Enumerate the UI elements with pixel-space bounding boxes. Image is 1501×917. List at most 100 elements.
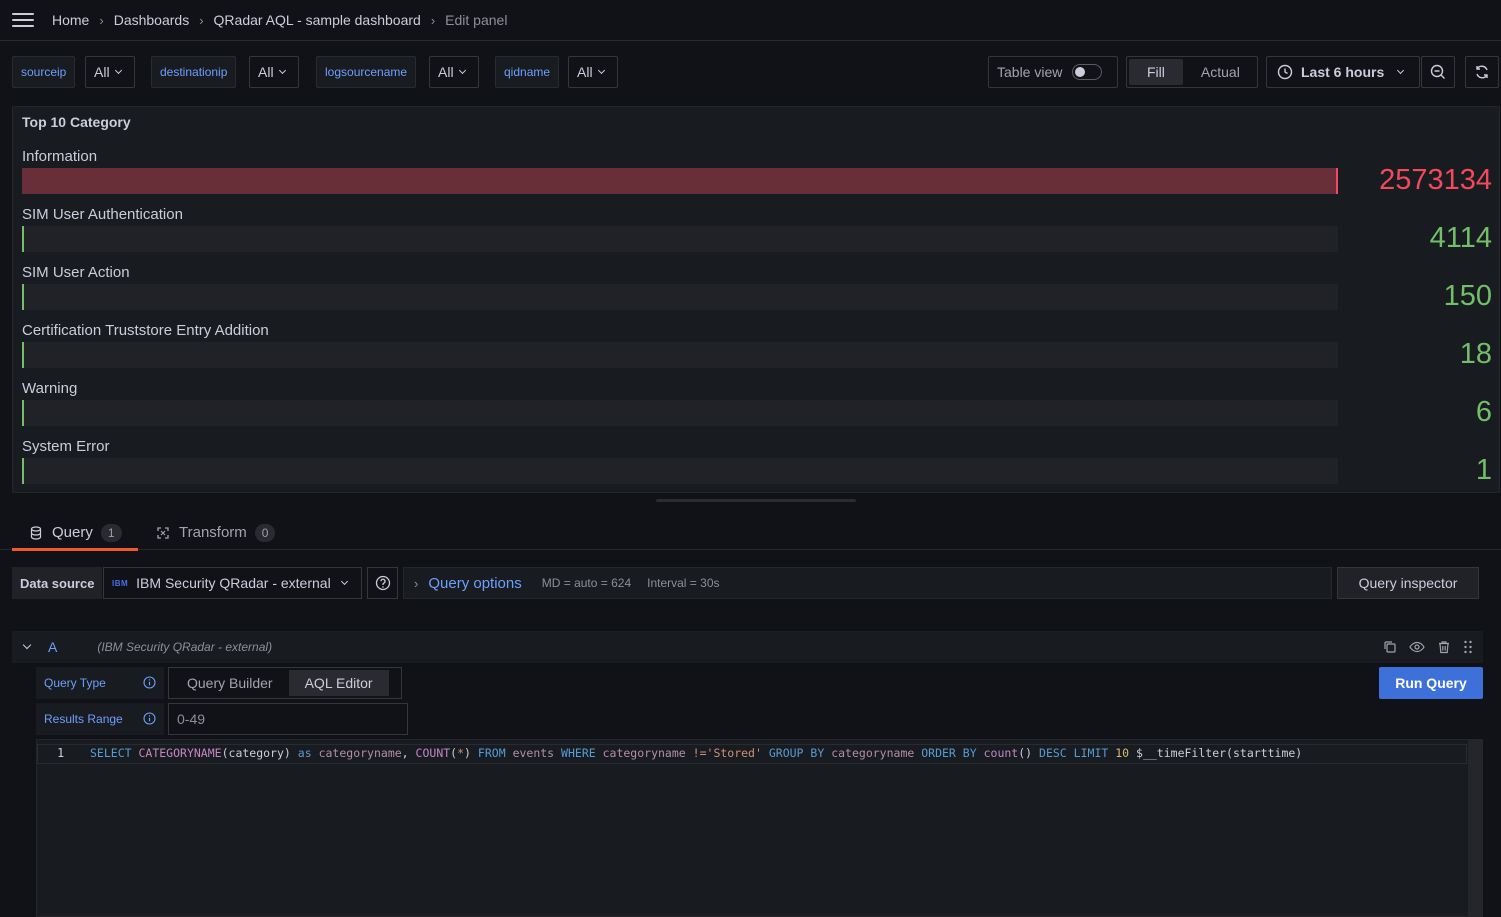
gauge-row: SIM User Action 150 xyxy=(22,264,1492,322)
time-range-picker[interactable]: Last 6 hours xyxy=(1266,56,1420,88)
gauge-row: Information 2573134 xyxy=(22,148,1492,206)
tab-transform-count: 0 xyxy=(254,523,276,542)
editor-scrollbar[interactable] xyxy=(1468,740,1482,916)
gauge-bar-cap xyxy=(22,342,24,368)
aql-query-text[interactable]: SELECT CATEGORYNAME(category) as categor… xyxy=(90,746,1302,760)
chevron-right-icon: › xyxy=(414,575,419,591)
chevron-down-icon xyxy=(114,66,122,75)
datasource-help-button[interactable] xyxy=(367,567,398,599)
variable-label-logsourcename: logsourcename xyxy=(316,56,417,88)
gauge-track xyxy=(22,226,1338,252)
drag-handle-icon[interactable] xyxy=(1463,640,1473,654)
gauge-bar-cap xyxy=(1336,168,1338,194)
results-range-label: Results Range xyxy=(36,703,164,735)
gauge-bar-cap xyxy=(22,284,24,310)
query-builder-option[interactable]: Query Builder xyxy=(171,670,289,696)
variable-label-qidname: qidname xyxy=(495,56,560,88)
fill-button[interactable]: Fill xyxy=(1129,59,1183,85)
run-query-button[interactable]: Run Query xyxy=(1379,667,1483,699)
question-circle-icon xyxy=(375,575,390,591)
gauge-row: SIM User Authentication 4114 xyxy=(22,206,1492,264)
query-ref-id[interactable]: A xyxy=(48,639,57,655)
gauge-value: 2573134 xyxy=(1379,164,1492,196)
gauge-row: Warning 6 xyxy=(22,380,1492,438)
datasource-label: Data source xyxy=(12,567,103,599)
gauge-track xyxy=(22,342,1338,368)
datasource-picker[interactable]: IBM IBM Security QRadar - external xyxy=(103,567,362,599)
top-nav-bar: Home › Dashboards › QRadar AQL - sample … xyxy=(0,0,1501,41)
gauge-track xyxy=(22,284,1338,310)
clock-icon xyxy=(1277,64,1293,80)
chevron-down-icon xyxy=(341,577,349,586)
zoom-out-icon xyxy=(1430,64,1445,79)
variable-select-qidname[interactable]: All xyxy=(568,56,618,88)
line-number: 1 xyxy=(57,746,65,760)
variable-value: All xyxy=(438,64,454,80)
query-row-header: A (IBM Security QRadar - external) xyxy=(12,631,1483,663)
info-icon[interactable] xyxy=(143,712,156,725)
variable-select-logsourcename[interactable]: All xyxy=(429,56,479,88)
fill-actual-selector: Fill Actual xyxy=(1126,56,1258,88)
aql-editor-option[interactable]: AQL Editor xyxy=(288,670,389,696)
variable-value: All xyxy=(577,64,593,80)
panel-resize-handle[interactable] xyxy=(656,499,856,502)
gauge-label: Certification Truststore Entry Addition xyxy=(22,322,269,339)
gauge-value: 6 xyxy=(1475,396,1492,428)
gauge-value: 4114 xyxy=(1429,222,1492,254)
variable-label-sourceip: sourceip xyxy=(12,56,76,88)
gauge-bar-cap xyxy=(22,400,24,426)
variable-select-destinationip[interactable]: All xyxy=(249,56,299,88)
breadcrumb-dashboard[interactable]: QRadar AQL - sample dashboard xyxy=(214,12,421,28)
table-view-label: Table view xyxy=(997,64,1063,80)
query-row-actions xyxy=(1383,631,1473,663)
variable-label-destinationip: destinationip xyxy=(151,56,237,88)
query-inspector-button[interactable]: Query inspector xyxy=(1337,567,1479,599)
duplicate-icon[interactable] xyxy=(1383,640,1397,654)
trash-icon[interactable] xyxy=(1437,640,1451,654)
tab-transform[interactable]: Transform 0 xyxy=(156,515,286,550)
panel-title: Top 10 Category xyxy=(22,114,131,130)
results-range-label-text: Results Range xyxy=(44,712,123,726)
aql-code-editor[interactable]: 1 SELECT CATEGORYNAME(category) as categ… xyxy=(36,739,1483,917)
gauge-value: 18 xyxy=(1459,338,1492,370)
info-icon[interactable] xyxy=(143,676,156,689)
time-range-label: Last 6 hours xyxy=(1301,64,1385,80)
gauge-row: System Error 1 xyxy=(22,438,1492,496)
breadcrumb-dashboards[interactable]: Dashboards xyxy=(114,12,190,28)
toggle-switch[interactable] xyxy=(1072,64,1103,80)
gauge-row: Certification Truststore Entry Addition 1… xyxy=(22,322,1492,380)
breadcrumb-current: Edit panel xyxy=(445,12,508,28)
max-data-points-info: MD = auto = 624 xyxy=(541,576,632,590)
database-icon xyxy=(30,525,42,540)
gauge-label: Information xyxy=(22,148,98,165)
variable-value: All xyxy=(94,64,110,80)
eye-icon[interactable] xyxy=(1409,640,1425,654)
zoom-out-button[interactable] xyxy=(1421,56,1455,88)
tab-query-count: 1 xyxy=(100,523,122,542)
query-options-bar[interactable]: › Query options MD = auto = 624 Interval… xyxy=(403,567,1332,599)
menu-icon[interactable] xyxy=(12,13,34,27)
table-view-toggle[interactable]: Table view xyxy=(988,56,1118,88)
gauge-value: 150 xyxy=(1443,280,1492,312)
chevron-down-icon xyxy=(1397,66,1405,75)
gauge-label: Warning xyxy=(22,380,78,397)
gauge-track xyxy=(22,458,1338,484)
query-type-label-text: Query Type xyxy=(44,676,106,690)
gauge-track xyxy=(22,168,1338,194)
tab-query[interactable]: Query 1 xyxy=(12,515,138,551)
actual-button[interactable]: Actual xyxy=(1183,59,1258,85)
refresh-button[interactable] xyxy=(1465,56,1499,88)
variables-bar: sourceip All destinationip All logsource… xyxy=(0,56,1501,88)
query-datasource-note: (IBM Security QRadar - external) xyxy=(97,640,273,654)
collapse-chevron-icon[interactable] xyxy=(22,640,32,650)
gauge-bar-cap xyxy=(22,458,24,484)
bar-gauge-panel: Top 10 Category Information 2573134 SIM Us… xyxy=(12,106,1500,493)
query-options-label[interactable]: Query options xyxy=(428,575,521,592)
breadcrumb-home[interactable]: Home xyxy=(52,12,89,28)
results-range-input[interactable]: 0-49 xyxy=(168,703,408,735)
gauge-value: 1 xyxy=(1475,454,1492,486)
datasource-selected: IBM Security QRadar - external xyxy=(136,575,331,591)
variable-select-sourceip[interactable]: All xyxy=(85,56,135,88)
gauge-track xyxy=(22,400,1338,426)
gauge-label: SIM User Authentication xyxy=(22,206,183,223)
